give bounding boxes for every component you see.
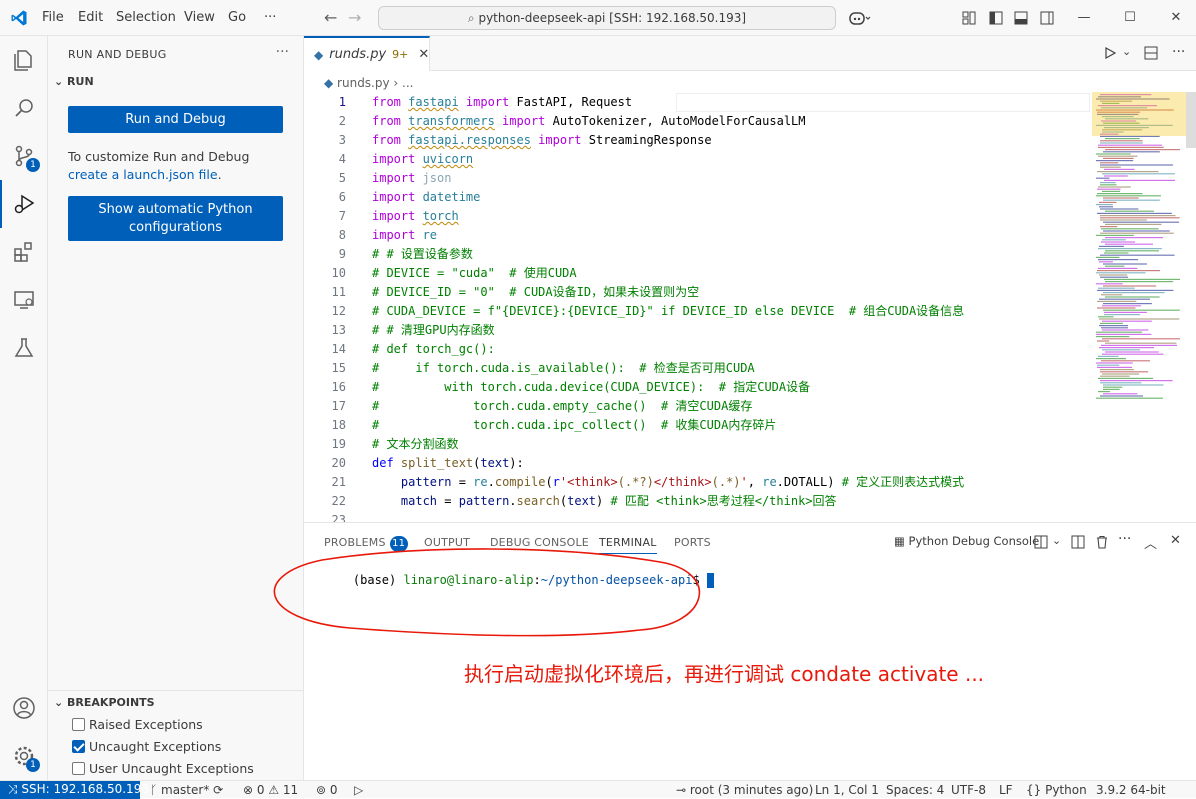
error-icon: ⊗: [243, 783, 257, 797]
remote-icon: ⤨: [8, 782, 22, 796]
annotation-text: 执行启动虚拟化环境后，再进行调试 condate activate ...: [464, 662, 985, 686]
git-branch[interactable]: ᚴ master* ⟳: [150, 782, 223, 799]
commit-icon: ⊸: [676, 783, 690, 797]
braces-icon: {}: [1026, 783, 1046, 797]
python-interpreter[interactable]: 3.9.2 64-bit: [1096, 782, 1166, 799]
language-mode[interactable]: {} Python: [1026, 782, 1087, 799]
end-of-line[interactable]: LF: [999, 782, 1013, 799]
debug-launch-icon[interactable]: ▷: [354, 782, 363, 799]
antenna-icon: ⊚: [316, 783, 330, 797]
sync-icon[interactable]: ⟳: [209, 783, 223, 797]
remote-indicator[interactable]: ⤨ SSH: 192.168.50.193: [0, 781, 149, 799]
cursor-position[interactable]: Ln 1, Col 1: [815, 782, 879, 799]
git-blame[interactable]: ⊸ root (3 minutes ago): [676, 782, 813, 799]
branch-icon: ᚴ: [150, 783, 162, 797]
indentation[interactable]: Spaces: 4: [886, 782, 944, 799]
problems-indicator[interactable]: ⊗ 0 ⚠ 11: [243, 782, 298, 799]
ports-indicator[interactable]: ⊚ 0: [316, 782, 338, 799]
encoding[interactable]: UTF-8: [951, 782, 986, 799]
status-bar: ⤨ SSH: 192.168.50.193 ᚴ master* ⟳ ⊗ 0 ⚠ …: [0, 780, 1196, 799]
warning-icon: ⚠: [268, 783, 283, 797]
